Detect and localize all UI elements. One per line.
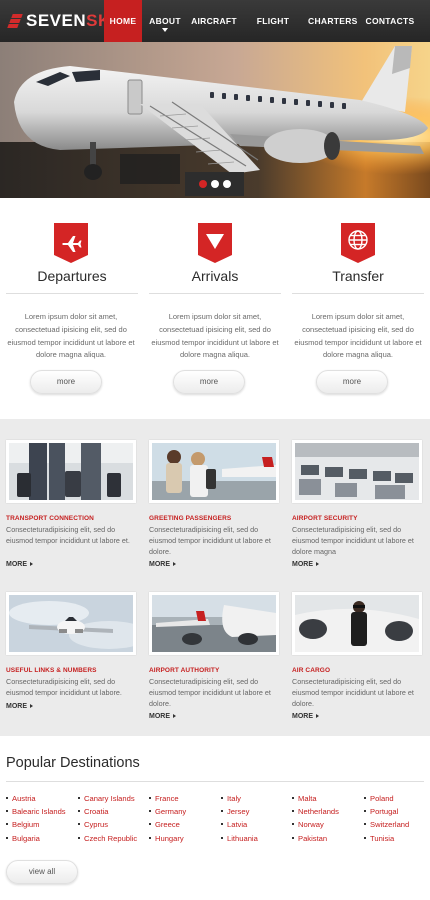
destination-link[interactable]: Belgium [6,820,39,829]
arrow-down-icon [198,223,232,263]
feature-divider [292,293,424,294]
card-image-cargo[interactable] [292,592,422,655]
destination-link[interactable]: Hungary [149,834,184,843]
destination-link[interactable]: Portugal [364,807,398,816]
destination-link[interactable]: France [149,794,179,803]
card-title-transport[interactable]: TRANSPORT CONNECTION [6,515,94,522]
arrow-right-icon [173,562,176,566]
card-text-transport: Consecteturadipisicing elit, sed do eius… [6,525,130,546]
destination-link[interactable]: Bulgaria [6,834,40,843]
card-more-label: MORE [292,561,313,568]
arrivals-more-button[interactable]: more [173,370,245,394]
logo-mark-icon [7,13,23,29]
card-more-label: MORE [149,713,170,720]
destinations-title: Popular Destinations [6,755,140,771]
destination-link[interactable]: Pakistan [292,834,327,843]
destination-link[interactable]: Lithuania [221,834,258,843]
view-all-button[interactable]: view all [6,860,78,884]
card-title-links[interactable]: USEFUL LINKS & NUMBERS [6,667,97,674]
card-more-label: MORE [6,561,27,568]
airplane-icon [54,223,88,263]
nav-about[interactable]: ABOUT [146,0,184,42]
feature-divider [149,293,281,294]
feature-text-transfer: Lorem ipsum dolor sit amet, consectetuad… [294,312,422,360]
card-title-security[interactable]: AIRPORT SECURITY [292,515,358,522]
site-header: SEVENSKY HOME ABOUT AIRCRAFT FLIGHT INFO… [0,0,430,68]
destination-link[interactable]: Croatia [78,807,108,816]
slider-dot-3[interactable] [222,180,231,188]
nav-charters-label: CHARTERS [308,16,358,26]
card-title-greeting[interactable]: GREETING PASSENGERS [149,515,231,522]
arrow-right-icon [316,714,319,718]
slider-dot-2[interactable] [210,180,219,188]
destination-link[interactable]: Italy [221,794,241,803]
feature-title-departures: Departures [37,268,107,284]
logo-text-seven: SEVEN [26,11,87,30]
destination-link[interactable]: Norway [292,820,324,829]
destination-link[interactable]: Czech Republic [78,834,137,843]
destination-link[interactable]: Latvia [221,820,247,829]
card-more-cargo[interactable]: MORE [292,713,319,720]
destination-link[interactable]: Switzerland [364,820,409,829]
destination-link[interactable]: Greece [149,820,180,829]
destination-link[interactable]: Malta [292,794,317,803]
card-more-label: MORE [292,713,313,720]
arrow-right-icon [30,562,33,566]
card-more-greeting[interactable]: MORE [149,561,176,568]
destination-link[interactable]: Canary Islands [78,794,135,803]
feature-text-arrivals: Lorem ipsum dolor sit amet, consectetuad… [151,312,279,360]
destination-link[interactable]: Germany [149,807,186,816]
feature-title-transfer: Transfer [332,268,384,284]
card-more-authority[interactable]: MORE [149,713,176,720]
destination-link[interactable]: Jersey [221,807,249,816]
nav-home[interactable]: HOME [104,0,142,42]
card-image-transport[interactable] [6,440,136,503]
nav-contacts[interactable]: CONTACTS [365,0,415,42]
card-text-cargo: Consecteturadipisicing elit, sed do eius… [292,677,414,709]
feature-title-arrivals: Arrivals [191,268,239,284]
card-text-security: Consecteturadipisicing elit, sed do eius… [292,525,414,557]
chevron-down-icon [162,28,168,32]
transfer-more-button[interactable]: more [316,370,388,394]
destination-link[interactable]: Tunisia [364,834,394,843]
nav-aircraft[interactable]: AIRCRAFT [190,0,238,42]
departures-more-button[interactable]: more [30,370,102,394]
destination-link[interactable]: Cyprus [78,820,108,829]
slider-dot-1[interactable] [198,180,207,188]
card-more-security[interactable]: MORE [292,561,319,568]
destinations-divider [6,781,424,782]
arrow-right-icon [316,562,319,566]
destination-link[interactable]: Austria [6,794,36,803]
destination-link[interactable]: Balearic Islands [6,807,66,816]
card-image-authority[interactable] [149,592,279,655]
nav-contacts-label: CONTACTS [365,16,415,26]
card-image-security[interactable] [292,440,422,503]
card-image-greeting[interactable] [149,440,279,503]
card-title-authority[interactable]: AIRPORT AUTHORITY [149,667,219,674]
card-more-transport[interactable]: MORE [6,561,33,568]
nav-about-label: ABOUT [149,16,181,26]
destination-link[interactable]: Netherlands [292,807,339,816]
card-text-authority: Consecteturadipisicing elit, sed do eius… [149,677,271,709]
card-text-greeting: Consecteturadipisicing elit, sed do eius… [149,525,271,557]
card-text-links: Consecteturadipisicing elit, sed do eius… [6,677,122,698]
feature-text-departures: Lorem ipsum dolor sit amet, consectetuad… [7,312,135,360]
nav-flight-info[interactable]: FLIGHT INFO [245,0,301,68]
nav-home-label: HOME [109,16,137,26]
feature-divider [6,293,138,294]
card-image-links[interactable] [6,592,136,655]
arrow-right-icon [30,704,33,708]
arrow-right-icon [173,714,176,718]
globe-icon [341,223,375,263]
nav-aircraft-label: AIRCRAFT [191,16,237,26]
card-more-links[interactable]: MORE [6,703,33,710]
card-title-cargo[interactable]: AIR CARGO [292,667,330,674]
nav-charters[interactable]: CHARTERS [308,0,358,42]
slider-pager [185,172,244,196]
card-more-label: MORE [149,561,170,568]
card-more-label: MORE [6,703,27,710]
destination-link[interactable]: Poland [364,794,394,803]
